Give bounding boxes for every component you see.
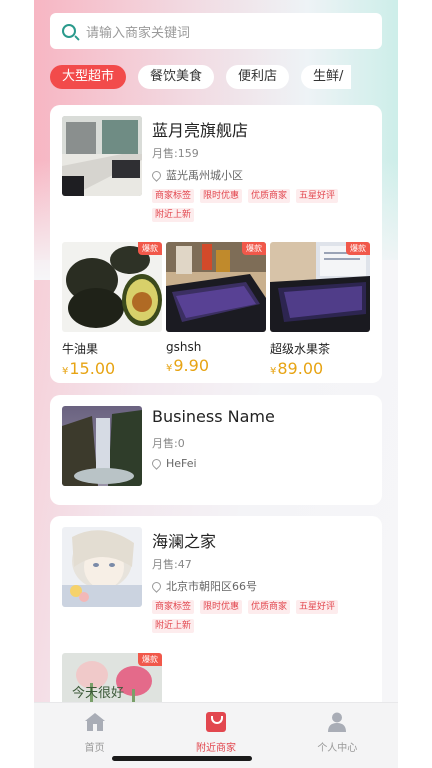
tabbar-item-profile[interactable]: 个人中心 [277, 703, 398, 768]
goods-currency: ¥ [62, 366, 69, 377]
category-tabs: 大型超市 餐饮美食 便利店 生鲜/ [50, 65, 352, 89]
store-tags: 商家标签 限时优惠 优质商家 五星好评 附近上新 [152, 600, 352, 633]
store-address-text: 蓝光禹州城小区 [166, 169, 243, 182]
goods-price-value: 9.90 [173, 356, 209, 375]
goods-price-value: 89.00 [277, 359, 324, 378]
goods-item[interactable]: 爆款 超级水果茶 ¥89.00 [270, 242, 370, 378]
store-tag: 限时优惠 [200, 189, 243, 203]
goods-item[interactable]: 爆款 牛油果 ¥15.00 [62, 242, 162, 378]
store-tag: 优质商家 [248, 600, 291, 614]
tabbar-label: 首页 [84, 743, 105, 754]
location-pin-icon [150, 457, 163, 470]
location-pin-icon [150, 579, 163, 593]
hot-badge: 爆款 [138, 242, 162, 255]
store-address-text: HeFei [166, 457, 197, 470]
store-name[interactable]: Business Name [152, 407, 275, 426]
store-tag: 附近上新 [152, 208, 195, 222]
tab-supermarket[interactable]: 大型超市 [50, 65, 127, 89]
home-indicator [112, 756, 252, 761]
store-tag: 附近上新 [152, 619, 195, 633]
store-tag: 限时优惠 [200, 600, 243, 614]
hot-badge: 爆款 [242, 242, 266, 255]
goods-image-avocado: 爆款 [62, 242, 162, 332]
store-address: 北京市朝阳区66号 [150, 578, 257, 594]
goods-image-caption: 今天很好 [72, 685, 124, 701]
store-address: 蓝光禹州城小区 [150, 167, 243, 183]
goods-price: ¥89.00 [270, 359, 370, 378]
tab-convenience-store[interactable]: 便利店 [226, 65, 290, 89]
goods-price-value: 15.00 [69, 359, 116, 378]
goods-currency: ¥ [270, 366, 277, 377]
store-card[interactable]: Business Name 月售:0 HeFei [50, 395, 382, 505]
home-icon [84, 713, 105, 731]
store-address-text: 北京市朝阳区66号 [166, 580, 257, 593]
search-bar[interactable]: 请输入商家关键词 [50, 13, 382, 49]
store-monthly-sales: 月售:47 [152, 558, 192, 571]
store-card[interactable]: 海澜之家 月售:47 北京市朝阳区66号 商家标签 限时优惠 优质商家 五星好评… [50, 516, 382, 743]
tabbar-label: 附近商家 [195, 743, 236, 754]
user-icon [328, 712, 347, 732]
app-screen: 请输入商家关键词 大型超市 餐饮美食 便利店 生鲜/ 蓝月亮旗舰店 月售:159… [34, 0, 398, 768]
tab-fresh[interactable]: 生鲜/ [301, 65, 352, 89]
tab-food[interactable]: 餐饮美食 [138, 65, 215, 89]
goods-image-laptop-2: 爆款 [270, 242, 370, 332]
search-icon [62, 24, 76, 38]
store-name[interactable]: 海澜之家 [152, 528, 216, 552]
store-address: HeFei [150, 457, 197, 470]
store-name[interactable]: 蓝月亮旗舰店 [152, 117, 248, 141]
shopping-bag-icon [205, 712, 226, 732]
goods-name: 牛油果 [62, 342, 99, 356]
store-tag: 商家标签 [152, 189, 195, 203]
goods-currency: ¥ [166, 363, 173, 374]
search-input[interactable]: 请输入商家关键词 [86, 22, 190, 41]
hot-badge: 爆款 [346, 242, 370, 255]
store-monthly-sales: 月售:159 [152, 147, 199, 160]
goods-name: 超级水果茶 [270, 342, 331, 356]
store-goods-list: 爆款 牛油果 ¥15.00 爆款 gshsh ¥9.90 爆款 超级水果茶 ¥8… [62, 242, 370, 378]
store-card[interactable]: 蓝月亮旗舰店 月售:159 蓝光禹州城小区 商家标签 限时优惠 优质商家 五星好… [50, 105, 382, 383]
tabbar-label: 个人中心 [317, 743, 358, 754]
store-thumbnail [62, 116, 142, 196]
goods-image-laptop: 爆款 [166, 242, 266, 332]
store-tag: 优质商家 [248, 189, 291, 203]
hot-badge: 爆款 [138, 653, 162, 666]
store-thumbnail [62, 406, 142, 486]
goods-name: gshsh [166, 340, 202, 354]
store-tag: 五星好评 [296, 189, 339, 203]
store-monthly-sales: 月售:0 [152, 437, 185, 450]
store-tags: 商家标签 限时优惠 优质商家 五星好评 附近上新 [152, 189, 352, 222]
goods-item[interactable]: 爆款 gshsh ¥9.90 [166, 242, 266, 378]
store-thumbnail [62, 527, 142, 607]
location-pin-icon [150, 168, 163, 182]
store-tag: 商家标签 [152, 600, 195, 614]
goods-price: ¥9.90 [166, 356, 266, 375]
store-tag: 五星好评 [296, 600, 339, 614]
goods-price: ¥15.00 [62, 359, 162, 378]
